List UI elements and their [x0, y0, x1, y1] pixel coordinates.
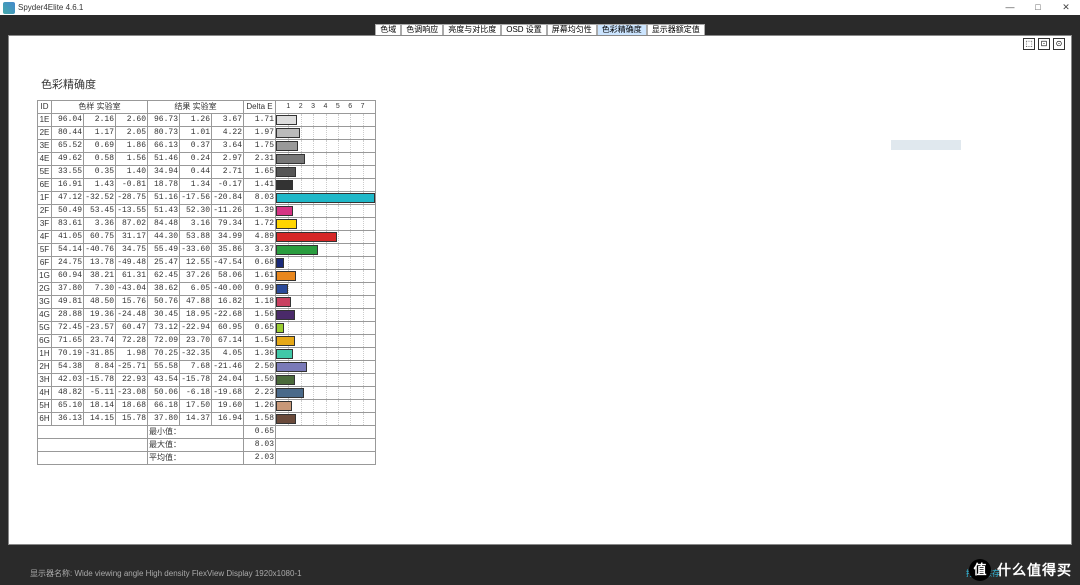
table-row: 3E65.520.691.8666.130.373.641.75: [38, 140, 376, 153]
delta-bar: [276, 192, 376, 205]
tool-icon-1[interactable]: ⬚: [1023, 38, 1035, 50]
table-row: 5G72.45-23.5760.4773.12-22.9460.950.65: [38, 322, 376, 335]
table-row: 2G37.807.30-43.0438.626.05-40.000.99: [38, 283, 376, 296]
delta-bar: [276, 270, 376, 283]
table-row: 4E49.620.581.5651.460.242.972.31: [38, 153, 376, 166]
color-accuracy-report: 色彩精确度 ID色样 实验室结果 实验室Delta E1234567 1E96.…: [37, 76, 376, 465]
table-row: 3G49.8148.5015.7650.7647.8816.821.18: [38, 296, 376, 309]
delta-bar: [276, 400, 376, 413]
app-title: Spyder4Elite 4.6.1: [18, 3, 996, 12]
watermark-icon: 值: [969, 559, 991, 581]
table-row: 1H70.19-31.851.9870.25-32.354.051.36: [38, 348, 376, 361]
tool-icon-2[interactable]: ⊡: [1038, 38, 1050, 50]
table-row: 1G60.9438.2161.3162.4537.2658.061.61: [38, 270, 376, 283]
window-titlebar: Spyder4Elite 4.6.1 — □ ✕: [0, 0, 1080, 15]
watermark: 值 什么值得买: [969, 559, 1072, 581]
delta-bar: [276, 114, 376, 127]
delta-bar: [276, 413, 376, 426]
table-row: 6E16.911.43-0.8118.781.34-0.171.41: [38, 179, 376, 192]
delta-bar: [276, 179, 376, 192]
delta-bar: [276, 283, 376, 296]
table-row: 6G71.6523.7472.2872.0923.7067.141.54: [38, 335, 376, 348]
status-bar: 显示器名称: Wide viewing angle High density F…: [30, 568, 302, 579]
table-row: 4F41.0560.7531.1744.3053.8834.994.89: [38, 231, 376, 244]
preview-placeholder: [891, 140, 961, 150]
color-accuracy-table: ID色样 实验室结果 实验室Delta E1234567 1E96.042.16…: [37, 100, 376, 465]
delta-bar: [276, 257, 376, 270]
table-row: 4G28.8819.36-24.4830.4518.95-22.681.56: [38, 309, 376, 322]
delta-bar: [276, 140, 376, 153]
delta-bar: [276, 296, 376, 309]
delta-bar: [276, 335, 376, 348]
report-canvas: ⬚ ⊡ ⊙ 色彩精确度 ID色样 实验室结果 实验室Delta E1234567…: [8, 35, 1072, 545]
table-row: 2F50.4953.45-13.5551.4352.30-11.261.39: [38, 205, 376, 218]
delta-bar: [276, 218, 376, 231]
summary-row: 平均值：2.03: [38, 452, 376, 465]
app-icon: [3, 2, 15, 14]
table-row: 1F47.12-32.52-28.7551.16-17.56-20.848.03: [38, 192, 376, 205]
table-row: 1E96.042.162.6096.731.263.671.71: [38, 114, 376, 127]
table-row: 5E33.550.351.4034.940.442.711.65: [38, 166, 376, 179]
table-row: 2H54.388.84-25.7155.587.68-21.462.50: [38, 361, 376, 374]
delta-bar: [276, 374, 376, 387]
delta-bar: [276, 309, 376, 322]
report-title: 色彩精确度: [41, 76, 376, 92]
minimize-button[interactable]: —: [996, 0, 1024, 15]
close-button[interactable]: ✕: [1052, 0, 1080, 15]
watermark-text: 什么值得买: [997, 560, 1072, 580]
delta-bar: [276, 361, 376, 374]
table-row: 3H42.03-15.7822.9343.54-15.7824.041.50: [38, 374, 376, 387]
table-row: 5H65.1018.1418.6866.1817.5019.601.26: [38, 400, 376, 413]
delta-bar: [276, 166, 376, 179]
delta-bar: [276, 322, 376, 335]
summary-row: 最小值：0.65: [38, 426, 376, 439]
delta-bar: [276, 387, 376, 400]
delta-bar: [276, 231, 376, 244]
canvas-toolbar: ⬚ ⊡ ⊙: [1023, 38, 1065, 50]
maximize-button[interactable]: □: [1024, 0, 1052, 15]
table-row: 4H48.82-5.11-23.0850.06-6.18-19.682.23: [38, 387, 376, 400]
summary-row: 最大值：8.03: [38, 439, 376, 452]
table-row: 3F83.613.3687.0284.483.1679.341.72: [38, 218, 376, 231]
delta-bar: [276, 244, 376, 257]
app-frame: 色域色调响应亮度与对比度OSD 设置屏幕均匀性色彩精确度显示器额定值 ⬚ ⊡ ⊙…: [0, 15, 1080, 585]
table-row: 6F24.7513.78-49.4825.4712.55-47.540.68: [38, 257, 376, 270]
tab-strip: 色域色调响应亮度与对比度OSD 设置屏幕均匀性色彩精确度显示器额定值: [4, 19, 1076, 31]
delta-bar: [276, 127, 376, 140]
delta-bar: [276, 153, 376, 166]
delta-bar: [276, 348, 376, 361]
status-value: Wide viewing angle High density FlexView…: [74, 569, 301, 578]
delta-bar: [276, 205, 376, 218]
tool-icon-3[interactable]: ⊙: [1053, 38, 1065, 50]
table-row: 2E80.441.172.0580.731.014.221.97: [38, 127, 376, 140]
table-row: 5F54.14-40.7634.7555.49-33.6035.863.37: [38, 244, 376, 257]
status-label: 显示器名称:: [30, 569, 72, 578]
table-row: 6H36.1314.1515.7837.8014.3716.941.58: [38, 413, 376, 426]
